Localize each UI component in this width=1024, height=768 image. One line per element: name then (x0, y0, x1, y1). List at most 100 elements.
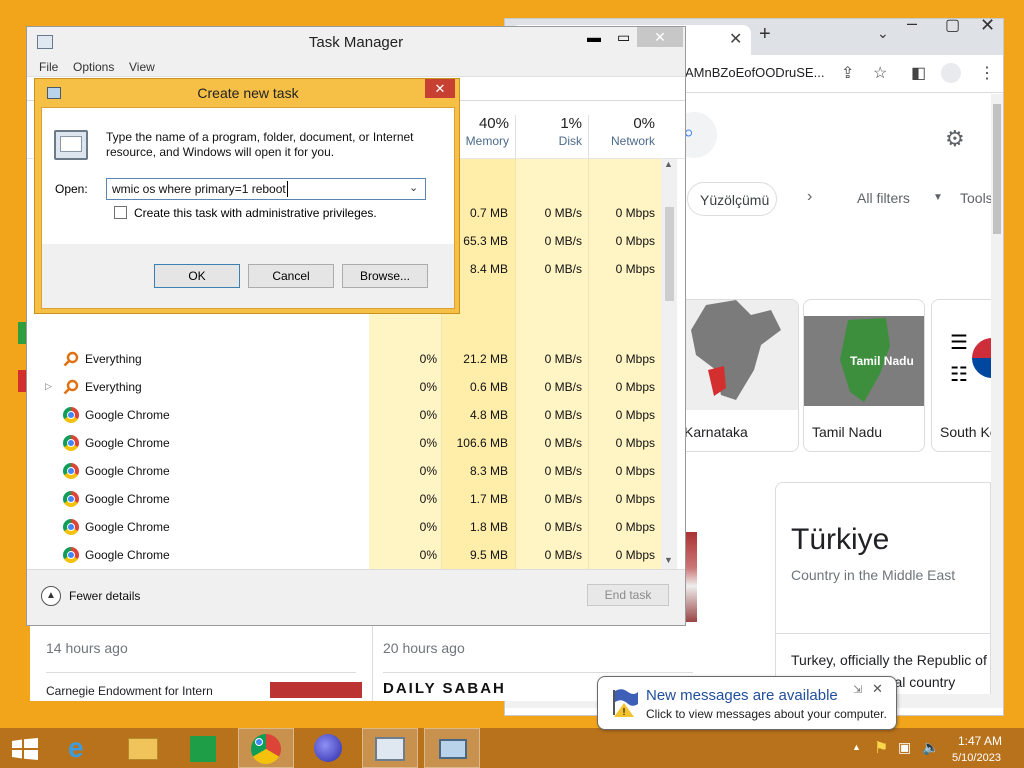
chrome-taskbar-button[interactable] (238, 728, 294, 768)
admin-privileges-label[interactable]: Create this task with administrative pri… (134, 206, 377, 220)
chrome-icon (63, 547, 79, 563)
table-row[interactable]: Google Chrome 0% 1.7 MB 0 MB/s 0 Mbps (27, 485, 661, 513)
settings-gear-icon[interactable]: ⚙ (945, 126, 965, 152)
menu-file[interactable]: File (39, 60, 58, 74)
volume-muted-icon[interactable]: 🔈 (922, 739, 939, 756)
menu-options[interactable]: Options (73, 60, 114, 74)
process-memory: 4.8 MB (469, 408, 508, 422)
process-disk: 0 MB/s (544, 520, 582, 534)
new-tab-icon[interactable]: + (759, 23, 771, 46)
side-panel-icon[interactable]: ◧ (911, 63, 926, 83)
table-row[interactable]: ▷ Everything 0% 0.6 MB 0 MB/s 0 Mbps (27, 373, 661, 401)
news-image-1 (270, 682, 362, 698)
chrome-maximize-icon[interactable]: ▢ (945, 15, 960, 35)
chrome-close-icon[interactable]: ✕ (980, 15, 995, 36)
create-new-task-dialog: Create new task ✕ Type the name of a pro… (34, 78, 460, 314)
cancel-button[interactable]: Cancel (248, 264, 334, 288)
profile-avatar-icon[interactable] (941, 63, 961, 83)
column-network[interactable]: 0% Network (583, 115, 655, 148)
karnataka-map-image (676, 300, 798, 410)
table-row[interactable]: Google Chrome 0% 1.8 MB 0 MB/s 0 Mbps (27, 513, 661, 541)
address-bar[interactable]: AMnBZoEofOODruSE... (685, 65, 824, 80)
store-button[interactable] (176, 728, 232, 768)
menu-view[interactable]: View (129, 60, 155, 74)
process-list-scroll-thumb[interactable] (665, 207, 674, 301)
end-task-button[interactable]: End task (587, 584, 669, 606)
network-icon[interactable]: ▣ (898, 739, 911, 756)
browse-button[interactable]: Browse... (342, 264, 428, 288)
process-memory: 21.2 MB (463, 352, 508, 366)
file-explorer-button[interactable] (116, 728, 172, 768)
process-network: 0 Mbps (615, 436, 655, 450)
news-headline-1[interactable]: Carnegie Endowment for Intern (46, 684, 213, 698)
table-row[interactable]: Google Chrome 0% 4.8 MB 0 MB/s 0 Mbps (27, 401, 661, 429)
task-manager-close-button[interactable]: ✕ (637, 27, 683, 47)
news-time-1: 14 hours ago (46, 640, 128, 656)
open-input-text[interactable]: wmic os where primary=1 reboot (112, 182, 286, 196)
ok-button[interactable]: OK (154, 264, 240, 288)
virus-app-button[interactable] (300, 728, 356, 768)
scroll-down-icon[interactable]: ▼ (664, 555, 673, 565)
dialog-close-button[interactable]: ✕ (425, 79, 455, 98)
fewer-details-link[interactable]: Fewer details (69, 589, 140, 603)
share-icon[interactable]: ⇪ (841, 63, 854, 83)
table-row[interactable]: Google Chrome 0% 9.5 MB 0 MB/s 0 Mbps (27, 541, 661, 569)
action-center-flag-icon: ! (610, 687, 640, 718)
desktop-fragment (18, 370, 26, 392)
action-center-flag-icon[interactable]: ⚑ (874, 738, 888, 758)
result-card-karnataka[interactable]: Karnataka (675, 299, 799, 452)
maximize-icon[interactable]: ▭ (617, 29, 630, 46)
open-combobox[interactable]: wmic os where primary=1 reboot ⌄ (106, 178, 426, 200)
process-network: 0 Mbps (615, 352, 655, 366)
knowledge-panel: Türkiye Country in the Middle East Turke… (775, 482, 991, 694)
tab-search-chevron-icon[interactable]: ⌄ (877, 25, 889, 42)
news-headline-2[interactable]: DAILY SABAH (383, 680, 506, 697)
run-window-icon (439, 739, 467, 759)
result-card-tamil-nadu[interactable]: Tamil Nadu Tamil Nadu (803, 299, 925, 452)
dropdown-chevron-icon[interactable]: ⌄ (409, 181, 418, 194)
dialog-button-bar: OK Cancel Browse... (42, 244, 454, 308)
collapse-chevron-up-icon[interactable]: ▲ (41, 586, 61, 606)
task-manager-icon (375, 737, 405, 761)
clock-date[interactable]: 5/10/2023 (952, 752, 1001, 764)
windows-logo-icon (12, 738, 38, 760)
process-cpu: 0% (419, 520, 437, 534)
korea-flag-image: ☰ ☷ (932, 300, 991, 410)
process-list-scrollbar[interactable]: ▲ ▼ (661, 159, 677, 569)
task-manager-footer: ▲ Fewer details End task (27, 569, 685, 625)
clock-time[interactable]: 1:47 AM (958, 734, 1002, 748)
text-caret (287, 181, 288, 197)
menu-bar: File Options View (27, 57, 685, 77)
task-manager-titlebar[interactable]: Task Manager ▬ ▭ ✕ (27, 27, 685, 57)
table-row[interactable]: Google Chrome 0% 8.3 MB 0 MB/s 0 Mbps (27, 457, 661, 485)
show-hidden-icons-icon[interactable]: ▲ (852, 742, 861, 752)
process-name: Google Chrome (85, 548, 170, 562)
chrome-minimize-icon[interactable]: – (907, 13, 917, 34)
admin-privileges-checkbox[interactable] (114, 206, 127, 219)
scroll-up-icon[interactable]: ▲ (664, 159, 673, 169)
chrome-menu-icon[interactable]: ⋮ (979, 63, 995, 83)
chrome-scroll-thumb[interactable] (993, 104, 1001, 234)
minimize-icon[interactable]: ▬ (587, 29, 601, 45)
run-dialog-taskbar-button[interactable] (424, 728, 480, 768)
all-filters-button[interactable]: All filters (857, 190, 910, 206)
process-disk: 0 MB/s (544, 548, 582, 562)
table-row[interactable]: Google Chrome 0% 106.6 MB 0 MB/s 0 Mbps (27, 429, 661, 457)
bookmark-star-icon[interactable]: ☆ (873, 63, 887, 83)
balloon-pin-icon[interactable]: ⇲ (853, 683, 862, 696)
chrome-vertical-scrollbar[interactable] (991, 94, 1003, 694)
start-button[interactable] (0, 728, 56, 768)
balloon-close-icon[interactable]: ✕ (872, 681, 883, 697)
internet-explorer-button[interactable]: e (56, 728, 112, 768)
task-manager-taskbar-button[interactable] (362, 728, 418, 768)
notification-balloon[interactable]: ! New messages are available Click to vi… (597, 676, 897, 730)
column-disk[interactable]: 1% Disk (510, 115, 582, 148)
tools-button[interactable]: Tools (960, 190, 991, 206)
chips-next-chevron-icon[interactable]: › (807, 188, 812, 206)
table-row[interactable]: Everything 0% 21.2 MB 0 MB/s 0 Mbps (27, 345, 661, 373)
expand-chevron-icon[interactable]: ▷ (45, 381, 52, 392)
process-memory: 9.5 MB (469, 548, 508, 562)
result-card-south-korea[interactable]: ☰ ☷ South Ko (931, 299, 991, 452)
filter-chip[interactable]: Yüzölçümü (687, 182, 777, 216)
tab-close-icon[interactable]: ✕ (729, 29, 742, 49)
